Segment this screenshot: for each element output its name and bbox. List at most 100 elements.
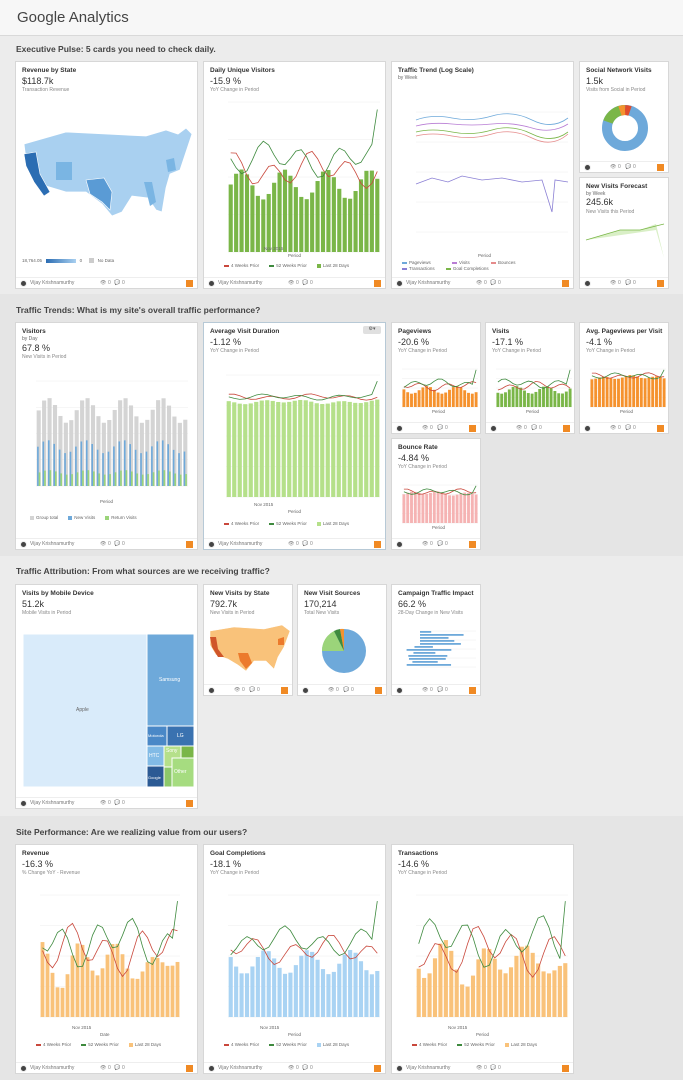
user-name[interactable]: Vijay Krishnamurthy (218, 541, 262, 547)
comment-icon[interactable]: 💬 (437, 687, 443, 693)
avatar[interactable] (20, 800, 27, 807)
bar (315, 181, 320, 252)
flag-icon[interactable] (657, 425, 664, 432)
avatar[interactable] (396, 541, 403, 548)
comment-icon[interactable]: 💬 (302, 1065, 308, 1071)
comment-icon[interactable]: 💬 (114, 1065, 120, 1071)
card-avg-pageviews-per-visit[interactable]: Avg. Pageviews per Visit -4.1 % YoY Chan… (579, 322, 669, 434)
avatar[interactable] (396, 425, 403, 432)
bar (358, 403, 363, 497)
bar (523, 390, 526, 407)
card-new-visit-sources[interactable]: New Visit Sources 170,214 Total New Visi… (297, 584, 387, 696)
card-footer: Vijay Krishnamurthy 👁 0 💬 0 (16, 1062, 197, 1073)
flag-icon[interactable] (374, 1065, 381, 1072)
comment-icon[interactable]: 💬 (114, 541, 120, 547)
card-revenue-by-state[interactable]: Revenue by State $118.7k Transaction Rev… (15, 61, 198, 289)
flag-icon[interactable] (469, 425, 476, 432)
flag-icon[interactable] (186, 1065, 193, 1072)
x-month-label: Nov 2015 (448, 1025, 468, 1030)
bar (651, 376, 655, 407)
card-transactions[interactable]: Transactions -14.6 % YoY Change in Perio… (391, 844, 574, 1074)
bar (255, 956, 260, 1017)
bar (408, 658, 446, 660)
card-goal-completions[interactable]: Goal Completions -18.1 % YoY Change in P… (203, 844, 386, 1074)
comment-icon[interactable]: 💬 (437, 425, 443, 431)
flag-icon[interactable] (374, 280, 381, 287)
avatar[interactable] (584, 280, 591, 287)
comment-icon[interactable]: 💬 (625, 164, 631, 170)
comment-icon[interactable]: 💬 (625, 280, 631, 286)
avatar[interactable] (396, 687, 403, 694)
flag-icon[interactable] (657, 280, 664, 287)
bar-return-visits (131, 471, 133, 486)
user-name[interactable]: Vijay Krishnamurthy (30, 800, 74, 806)
avatar[interactable] (302, 687, 309, 694)
comment-icon[interactable]: 💬 (114, 280, 120, 286)
card-visitors[interactable]: Visitors by Day 67.8 % New Visits in Per… (15, 322, 198, 550)
user-name[interactable]: Vijay Krishnamurthy (30, 1065, 74, 1071)
card-traffic-trend[interactable]: Traffic Trend (Log Scale) by Week Pagevi… (391, 61, 574, 289)
card-revenue[interactable]: Revenue -16.3 % % Change YoY - Revenue N… (15, 844, 198, 1074)
card-daily-unique-visitors[interactable]: Daily Unique Visitors -15.9 % YoY Change… (203, 61, 386, 289)
flag-icon[interactable] (563, 425, 570, 432)
comment-icon[interactable]: 💬 (625, 425, 631, 431)
avatar[interactable] (20, 1065, 27, 1072)
flag-icon[interactable] (186, 541, 193, 548)
avatar[interactable] (208, 1065, 215, 1072)
flag-icon[interactable] (186, 280, 193, 287)
card-average-visit-duration[interactable]: Average Visit Duration ⚙▾ -1.12 % YoY Ch… (203, 322, 386, 550)
card-bounce-rate[interactable]: Bounce Rate -4.84 % YoY Change in Period… (391, 438, 481, 550)
avatar[interactable] (208, 687, 215, 694)
avatar[interactable] (584, 425, 591, 432)
user-name[interactable]: Vijay Krishnamurthy (30, 541, 74, 547)
x-axis-label: Period (620, 409, 634, 414)
flag-icon[interactable] (186, 800, 193, 807)
comment-icon[interactable]: 💬 (343, 687, 349, 693)
flag-icon[interactable] (374, 541, 381, 548)
user-name[interactable]: Vijay Krishnamurthy (30, 280, 74, 286)
bar (526, 393, 530, 407)
card-campaign-traffic-impact[interactable]: Campaign Traffic Impact 66.2 % 28-Day Ch… (391, 584, 481, 696)
comment-count: 0 (122, 800, 125, 806)
bar (100, 968, 105, 1017)
flag-icon[interactable] (562, 280, 569, 287)
flag-icon[interactable] (657, 164, 664, 171)
avatar[interactable] (584, 164, 591, 171)
avatar[interactable] (20, 280, 27, 287)
avatar[interactable] (396, 1065, 403, 1072)
flag-icon[interactable] (281, 687, 288, 694)
comment-icon[interactable]: 💬 (302, 541, 308, 547)
card-visits-by-mobile-device[interactable]: Visits by Mobile Device 51.2k Mobile Vis… (15, 584, 198, 809)
card-visits[interactable]: Visits -17.1 % YoY Change in Period Peri… (485, 322, 575, 434)
card-pageviews[interactable]: Pageviews -20.6 % YoY Change in Period P… (391, 322, 481, 434)
comment-icon[interactable]: 💬 (490, 1065, 496, 1071)
avatar[interactable] (490, 425, 497, 432)
goal-completions-chart (228, 894, 380, 1018)
avatar[interactable] (20, 541, 27, 548)
comment-icon[interactable]: 💬 (302, 280, 308, 286)
avatar[interactable] (208, 280, 215, 287)
comment-icon[interactable]: 💬 (114, 800, 120, 806)
comment-icon[interactable]: 💬 (490, 280, 496, 286)
avatar[interactable] (396, 280, 403, 287)
bar (282, 973, 288, 1017)
flag-icon[interactable] (469, 541, 476, 548)
user-name[interactable]: Vijay Krishnamurthy (406, 1065, 450, 1071)
user-name[interactable]: Vijay Krishnamurthy (218, 280, 262, 286)
flag-icon[interactable] (562, 1065, 569, 1072)
user-name[interactable]: Vijay Krishnamurthy (406, 280, 450, 286)
comment-icon[interactable]: 💬 (437, 541, 443, 547)
comment-icon[interactable]: 💬 (249, 687, 255, 693)
flag-icon[interactable] (469, 687, 476, 694)
avatar[interactable] (208, 541, 215, 548)
card-social-network-visits[interactable]: Social Network Visits 1.5k Visits from S… (579, 61, 669, 173)
bar (525, 945, 530, 1017)
bar-return-visits (169, 471, 171, 486)
flag-icon[interactable] (375, 687, 382, 694)
bar (563, 963, 568, 1017)
user-name[interactable]: Vijay Krishnamurthy (218, 1065, 262, 1071)
comment-icon[interactable]: 💬 (531, 425, 537, 431)
card-new-visits-by-state[interactable]: New Visits by State 792.7k New Visits in… (203, 584, 293, 696)
bar (545, 386, 549, 407)
card-new-visits-forecast[interactable]: New Visits Forecast by Week 245.6k New V… (579, 177, 669, 289)
